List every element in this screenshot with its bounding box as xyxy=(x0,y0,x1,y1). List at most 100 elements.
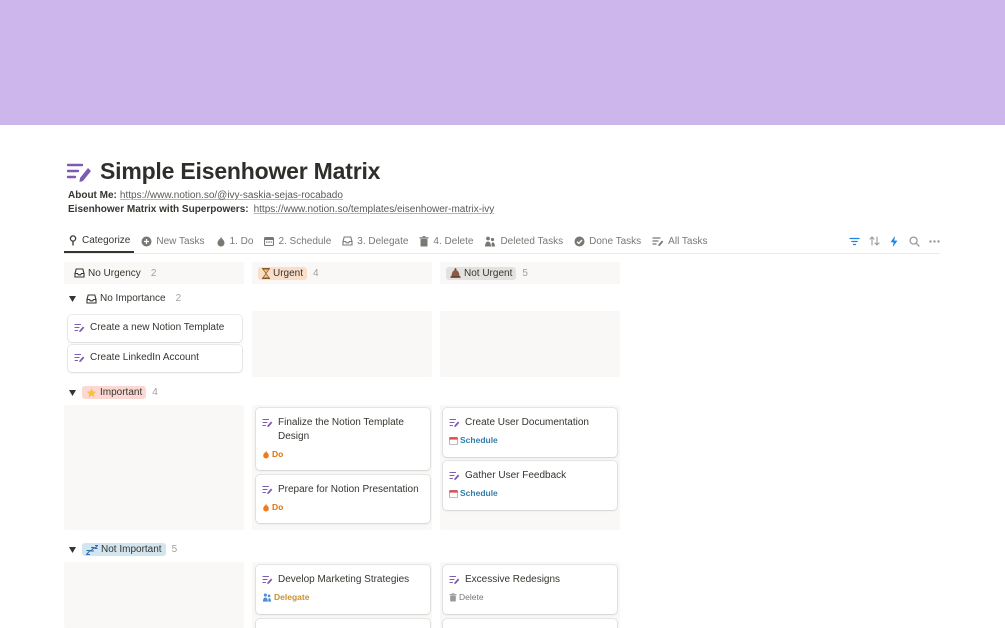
about-me-link[interactable]: https://www.notion.so/@ivy-saskia-sejas-… xyxy=(120,190,343,201)
tab-label: Done Tasks xyxy=(589,235,642,247)
column-tag: No Urgency xyxy=(70,267,145,280)
collapse-caret-icon[interactable] xyxy=(68,389,76,397)
tab-do[interactable]: 1. Do xyxy=(212,229,258,253)
task-title: Prepare for Notion Presentation xyxy=(278,484,419,495)
superpowers-label: Eisenhower Matrix with Superpowers: xyxy=(68,204,249,215)
group-label: Important xyxy=(100,387,143,398)
group-header-no-importance[interactable]: No Importance 2 xyxy=(68,292,181,305)
task-card[interactable]: Develop Marketing Strategies Delegate xyxy=(256,565,430,614)
inbox-icon xyxy=(342,236,353,246)
column-header-not-urgent[interactable]: Not Urgent 5 xyxy=(440,262,620,284)
status-label: Schedule xyxy=(460,435,498,445)
tab-done-tasks[interactable]: Done Tasks xyxy=(570,229,645,253)
page-title: Simple Eisenhower Matrix xyxy=(100,158,381,184)
zzz-icon xyxy=(86,544,98,555)
page-cover[interactable] xyxy=(0,0,1005,125)
people-icon xyxy=(262,592,272,602)
fire-icon xyxy=(217,236,225,246)
search-icon[interactable] xyxy=(908,235,920,247)
task-icon xyxy=(262,485,273,494)
group-header-important[interactable]: Important 4 xyxy=(68,386,158,399)
group-tag: Important xyxy=(82,386,147,399)
fire-icon xyxy=(263,503,269,511)
filter-icon[interactable] xyxy=(848,235,860,247)
more-icon[interactable] xyxy=(928,235,940,247)
task-card[interactable]: Prepare for Notion Presentation Do xyxy=(256,475,430,523)
group-header-not-important[interactable]: Not Important 5 xyxy=(68,543,177,556)
task-icon xyxy=(449,471,460,480)
status-label: Do xyxy=(272,502,284,512)
column-header-no-urgency[interactable]: No Urgency 2 xyxy=(64,262,244,284)
superpowers-link[interactable]: https://www.notion.so/templates/eisenhow… xyxy=(254,204,495,215)
inbox-icon xyxy=(74,268,85,278)
star-icon xyxy=(86,387,97,397)
task-card[interactable]: Finalize the Notion Template Design Do xyxy=(256,408,430,470)
task-title: Develop Marketing Strategies xyxy=(278,574,410,585)
board-cell xyxy=(440,311,620,377)
column-tag: Urgent xyxy=(258,266,308,280)
task-icon xyxy=(449,575,460,584)
task-title: Excessive Redesigns xyxy=(465,574,561,585)
status-label: Schedule xyxy=(460,488,498,498)
calendar-icon xyxy=(264,236,275,246)
task-card[interactable]: Create LinkedIn Account xyxy=(68,345,242,372)
trash-icon xyxy=(419,235,429,246)
status-badge: Delete xyxy=(449,592,484,602)
tab-label: Categorize xyxy=(82,234,131,246)
column-count: 4 xyxy=(313,267,319,279)
about-me-label: About Me: xyxy=(68,190,117,201)
pin-icon xyxy=(69,234,77,245)
tab-label: Deleted Tasks xyxy=(500,235,564,247)
task-icon xyxy=(74,353,85,362)
column-label: Not Urgent xyxy=(464,267,513,279)
alarm-icon xyxy=(450,268,461,278)
tab-label: New Tasks xyxy=(156,235,205,247)
calendar-icon xyxy=(449,489,458,498)
sort-icon[interactable] xyxy=(868,235,880,247)
status-badge: Schedule xyxy=(449,488,498,498)
task-card[interactable]: Excessive Redesigns Delete xyxy=(443,565,617,614)
check-circle-icon xyxy=(574,236,585,246)
tab-label: 3. Delegate xyxy=(357,235,409,247)
task-icon xyxy=(449,418,460,427)
inbox-icon xyxy=(86,293,97,304)
column-label: No Urgency xyxy=(88,267,141,279)
tab-all-tasks[interactable]: All Tasks xyxy=(648,229,711,253)
column-tag: Not Urgent xyxy=(446,266,517,280)
tab-label: All Tasks xyxy=(668,235,708,247)
task-card[interactable] xyxy=(256,619,430,628)
list-icon xyxy=(652,237,664,246)
group-count: 2 xyxy=(175,293,182,304)
tab-schedule[interactable]: 2. Schedule xyxy=(260,229,335,253)
column-count: 5 xyxy=(522,267,528,279)
tab-delete[interactable]: 4. Delete xyxy=(415,229,477,253)
column-label: Urgent xyxy=(273,267,304,279)
column-header-urgent[interactable]: Urgent 4 xyxy=(252,262,432,284)
status-label: Delete xyxy=(459,592,484,602)
fire-icon xyxy=(263,450,269,458)
task-card[interactable]: Create User Documentation Schedule xyxy=(443,408,617,457)
column-count: 2 xyxy=(150,267,157,279)
status-label: Do xyxy=(272,449,284,459)
task-icon xyxy=(74,323,85,332)
collapse-caret-icon[interactable] xyxy=(68,295,76,303)
tab-categorize[interactable]: Categorize xyxy=(64,229,135,253)
task-card[interactable] xyxy=(443,619,617,628)
lightning-icon[interactable] xyxy=(888,235,900,247)
group-count: 4 xyxy=(152,387,158,398)
tab-delegate[interactable]: 3. Delegate xyxy=(338,229,412,253)
task-title: Create LinkedIn Account xyxy=(90,352,199,363)
task-title: Create User Documentation xyxy=(465,417,589,428)
task-icon xyxy=(262,418,273,427)
pen-list-icon[interactable] xyxy=(66,159,92,185)
tab-new-tasks[interactable]: New Tasks xyxy=(137,229,208,253)
group-tag: No Importance xyxy=(82,292,170,305)
task-card[interactable]: Gather User Feedback Schedule xyxy=(443,461,617,510)
task-card[interactable]: Create a new Notion Template xyxy=(68,315,242,342)
collapse-caret-icon[interactable] xyxy=(68,546,76,554)
page-title-row: Simple Eisenhower Matrix xyxy=(66,158,380,185)
superpowers-line: Eisenhower Matrix with Superpowers: https… xyxy=(68,203,494,216)
hourglass-icon xyxy=(262,267,270,279)
tab-deleted-tasks[interactable]: Deleted Tasks xyxy=(480,229,567,253)
view-tabs: Categorize New Tasks 1. Do 2. Schedule 3… xyxy=(64,229,940,254)
